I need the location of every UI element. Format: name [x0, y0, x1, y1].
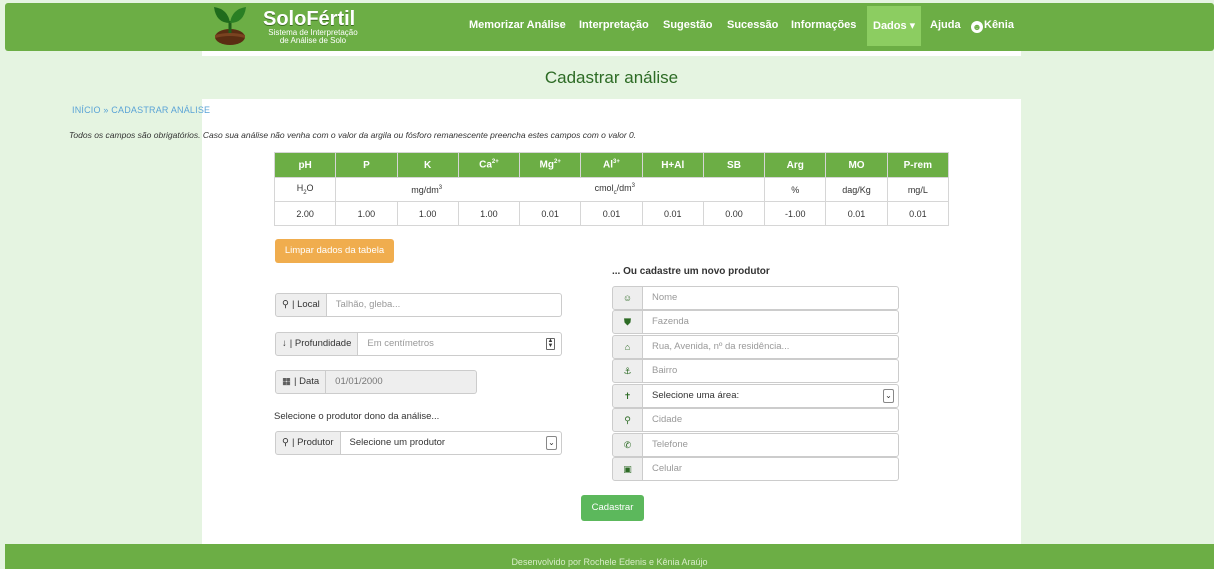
col-mo: MO	[825, 152, 888, 178]
smile-icon: ☺	[612, 286, 643, 310]
producer-select[interactable]: Selecione um produtor ⌄	[340, 431, 562, 455]
city-input[interactable]: Cidade	[643, 408, 899, 432]
city-input-group: ⚲ Cidade	[612, 408, 899, 432]
nav-sugestao[interactable]: Sugestão	[663, 15, 713, 35]
local-input-group: ⚲ | Local Talhão, gleba...	[275, 293, 562, 317]
value-hal[interactable]: 0.01	[641, 201, 704, 226]
nav-dados-dropdown[interactable]: Dados ▾	[867, 6, 922, 46]
col-sb: SB	[702, 152, 766, 178]
name-input-group: ☺ Nome	[612, 286, 899, 310]
unit-arg: %	[764, 177, 827, 202]
brand-subtitle-line-2: de Análise de Solo	[279, 36, 347, 45]
nav-informacoes[interactable]: Informações	[791, 15, 856, 35]
unit-prem: mg/L	[886, 177, 950, 202]
chevron-down-icon: ⌄	[546, 436, 557, 450]
table-header-row: pH P K Ca2+ Mg2+ Al3+ H+Al SB Arg MO P-r…	[273, 152, 950, 178]
col-k: K	[396, 152, 459, 178]
footer: Desenvolvido por Rochele Edenis e Kênia …	[5, 544, 1214, 569]
footer-text: Desenvolvido por Rochele Edenis e Kênia …	[511, 557, 708, 567]
table-units-row: H2O mg/dm3 cmolc/dm3 % dag/Kg mg/L	[273, 177, 950, 202]
producer-addon: ⚲ | Produtor	[275, 431, 341, 455]
phone-input-group: ✆ Telefone	[612, 433, 899, 457]
farm-input-group: ⛊ Fazenda	[612, 310, 899, 334]
nav-interpretacao[interactable]: Interpretação	[579, 15, 649, 35]
value-prem[interactable]: 0.01	[886, 201, 950, 226]
page-header: Cadastrar análise	[202, 56, 1021, 99]
table-values-row: 2.00 1.00 1.00 1.00 0.01 0.01 0.01 0.00 …	[273, 201, 950, 226]
col-hal: H+Al	[641, 152, 704, 178]
value-sb[interactable]: 0.00	[702, 201, 766, 226]
chevron-down-icon: ⌄	[883, 389, 894, 403]
signpost-icon: ✝	[612, 384, 643, 408]
nav-user-name: Kênia	[984, 19, 1014, 31]
home-icon: ⌂	[612, 335, 643, 359]
mobile-input-group: ▣ Celular	[612, 457, 899, 481]
number-spinner-icon[interactable]: ▲ ▼	[546, 338, 555, 350]
new-producer-title: ... Ou cadastre um novo produtor	[612, 266, 770, 277]
shield-icon: ⛊	[612, 310, 643, 334]
date-addon: ▦ | Data	[275, 370, 327, 394]
value-p[interactable]: 1.00	[335, 201, 398, 226]
anchor-icon: ⚓	[612, 359, 643, 383]
value-ph[interactable]: 2.00	[273, 201, 337, 226]
col-p: P	[335, 152, 398, 178]
col-ph: pH	[273, 152, 337, 178]
neighborhood-input[interactable]: Bairro	[643, 359, 899, 383]
value-ca[interactable]: 1.00	[457, 201, 521, 226]
col-ca: Ca2+	[457, 152, 521, 178]
neighborhood-input-group: ⚓ Bairro	[612, 359, 899, 383]
depth-input[interactable]: Em centímetros ▲ ▼	[358, 332, 562, 356]
nav-ajuda[interactable]: Ajuda	[930, 15, 961, 35]
brand-title[interactable]: SoloFértil	[263, 8, 355, 30]
address-input[interactable]: Rua, Avenida, nº da residência...	[643, 335, 899, 359]
mobile-icon: ▣	[612, 457, 643, 481]
breadcrumb[interactable]: INÍCIO » CADASTRAR ANÁLISE	[72, 105, 210, 115]
sprout-logo-icon[interactable]	[212, 3, 248, 47]
depth-input-group: ↓ | Profundidade Em centímetros ▲ ▼	[275, 332, 562, 356]
col-mg: Mg2+	[519, 152, 582, 178]
producer-prompt: Selecione o produtor dono da análise...	[274, 411, 440, 422]
value-mg[interactable]: 0.01	[519, 201, 582, 226]
brand-subtitle: Sistema de Interpretação de Análise de S…	[258, 29, 368, 45]
value-arg[interactable]: -1.00	[764, 201, 827, 226]
area-select[interactable]: Selecione uma área: ⌄	[643, 384, 899, 408]
nav-user[interactable]: ☻ Kênia	[971, 15, 1014, 35]
value-k[interactable]: 1.00	[396, 201, 459, 226]
nav-memorizar-analise[interactable]: Memorizar Análise	[469, 15, 566, 35]
page-title: Cadastrar análise	[544, 68, 679, 87]
depth-addon: ↓ | Profundidade	[275, 332, 359, 356]
unit-mg-dm3: mg/dm3	[335, 177, 520, 202]
user-circle-icon: ☻	[971, 21, 983, 33]
arrow-down-icon: ↓	[282, 338, 287, 349]
local-addon: ⚲ | Local	[275, 293, 327, 317]
map-marker-icon: ⚲	[282, 299, 289, 310]
clear-table-button[interactable]: Limpar dados da tabela	[275, 239, 394, 263]
value-mo[interactable]: 0.01	[825, 201, 888, 226]
submit-button[interactable]: Cadastrar	[581, 495, 644, 521]
col-al: Al3+	[580, 152, 643, 178]
col-arg: Arg	[764, 152, 827, 178]
producer-input-group: ⚲ | Produtor Selecione um produtor ⌄	[275, 431, 562, 455]
col-prem: P-rem	[886, 152, 950, 178]
instructions-text: Todos os campos são obrigatórios. Caso s…	[69, 130, 637, 140]
unit-cmolc-dm3: cmolc/dm3	[519, 177, 765, 202]
date-input-group: ▦ | Data 01/01/2000	[275, 370, 477, 394]
phone-input[interactable]: Telefone	[643, 433, 899, 457]
nav-sucessao[interactable]: Sucessão	[727, 15, 778, 35]
unit-mo: dag/Kg	[825, 177, 888, 202]
value-al[interactable]: 0.01	[580, 201, 643, 226]
unit-ph: H2O	[273, 177, 337, 202]
phone-icon: ✆	[612, 433, 643, 457]
calendar-icon: ▦	[282, 376, 291, 387]
area-input-group: ✝ Selecione uma área: ⌄	[612, 384, 899, 408]
date-input[interactable]: 01/01/2000	[326, 370, 477, 394]
local-input[interactable]: Talhão, gleba...	[326, 293, 562, 317]
mobile-input[interactable]: Celular	[643, 457, 899, 481]
analysis-table: pH P K Ca2+ Mg2+ Al3+ H+Al SB Arg MO P-r…	[273, 152, 950, 226]
address-input-group: ⌂ Rua, Avenida, nº da residência...	[612, 335, 899, 359]
map-marker-icon: ⚲	[282, 437, 289, 448]
map-marker-icon: ⚲	[612, 408, 643, 432]
name-input[interactable]: Nome	[643, 286, 899, 310]
farm-input[interactable]: Fazenda	[643, 310, 899, 334]
